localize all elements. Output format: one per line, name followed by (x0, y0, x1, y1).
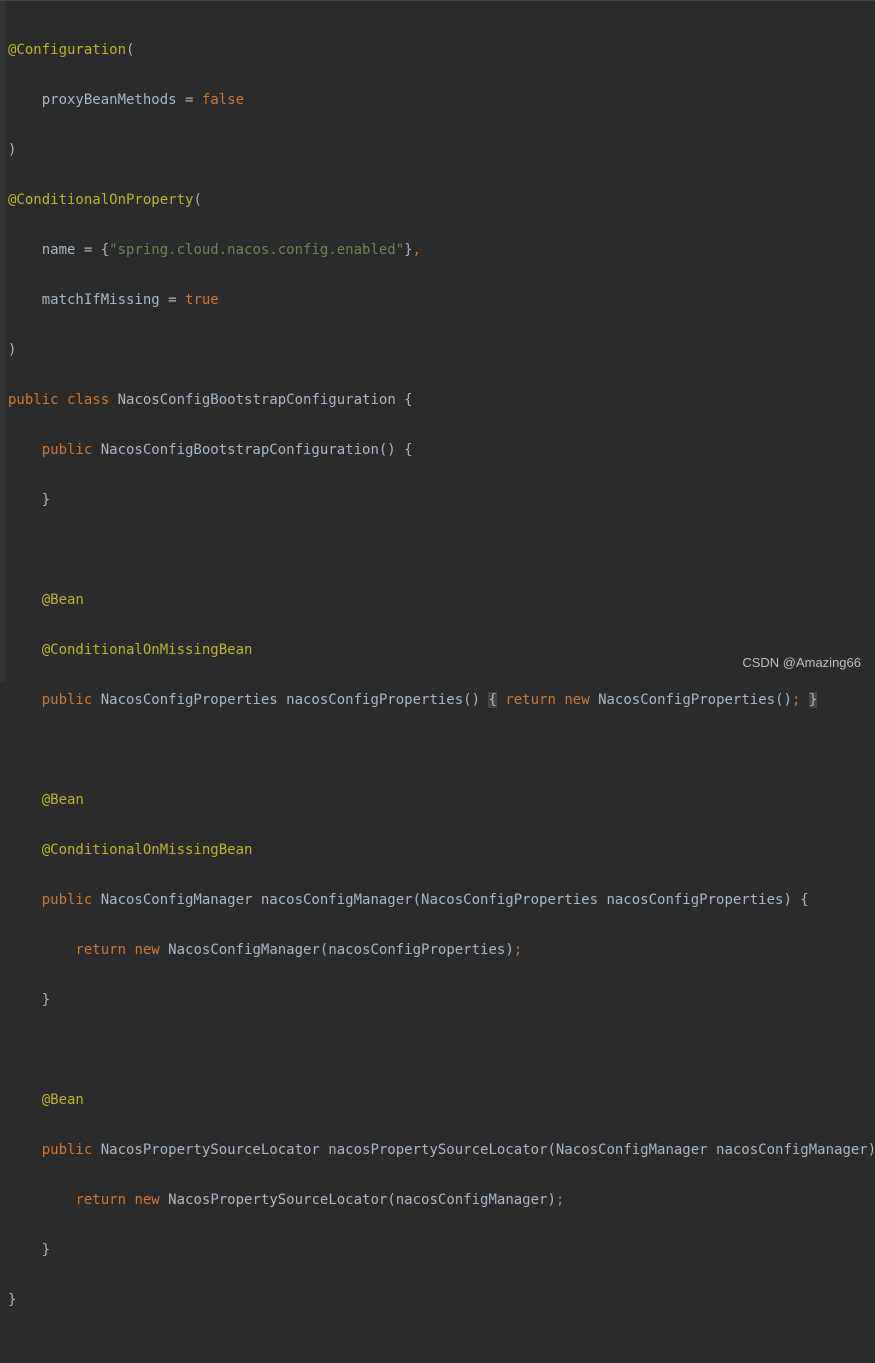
code-line: @Bean (8, 1088, 875, 1113)
code-line: public NacosPropertySourceLocator nacosP… (8, 1138, 875, 1163)
code-line: @Bean (8, 588, 875, 613)
code-line: public NacosConfigBootstrapConfiguration… (8, 438, 875, 463)
code-line: name = {"spring.cloud.nacos.config.enabl… (8, 238, 875, 263)
code-line: @Configuration( (8, 38, 875, 63)
code-line: } (8, 488, 875, 513)
code-line: proxyBeanMethods = false (8, 88, 875, 113)
code-line: return new NacosPropertySourceLocator(na… (8, 1188, 875, 1213)
code-editor[interactable]: @Configuration( proxyBeanMethods = false… (0, 0, 875, 682)
code-line: } (8, 988, 875, 1013)
code-line (8, 538, 875, 563)
code-line: } (8, 1238, 875, 1263)
code-line (8, 1038, 875, 1063)
code-line: public NacosConfigManager nacosConfigMan… (8, 888, 875, 913)
code-line: public class NacosConfigBootstrapConfigu… (8, 388, 875, 413)
code-line: matchIfMissing = true (8, 288, 875, 313)
code-line: return new NacosConfigManager(nacosConfi… (8, 938, 875, 963)
code-line: } (8, 1288, 875, 1313)
code-line: @ConditionalOnProperty( (8, 188, 875, 213)
watermark: CSDN @Amazing66 (742, 655, 861, 670)
code-line: @ConditionalOnMissingBean (8, 838, 875, 863)
code-area[interactable]: @Configuration( proxyBeanMethods = false… (6, 1, 875, 682)
code-line: ) (8, 338, 875, 363)
code-line (8, 738, 875, 763)
code-line: ) (8, 138, 875, 163)
code-line: @Bean (8, 788, 875, 813)
code-line: public NacosConfigProperties nacosConfig… (8, 688, 875, 713)
